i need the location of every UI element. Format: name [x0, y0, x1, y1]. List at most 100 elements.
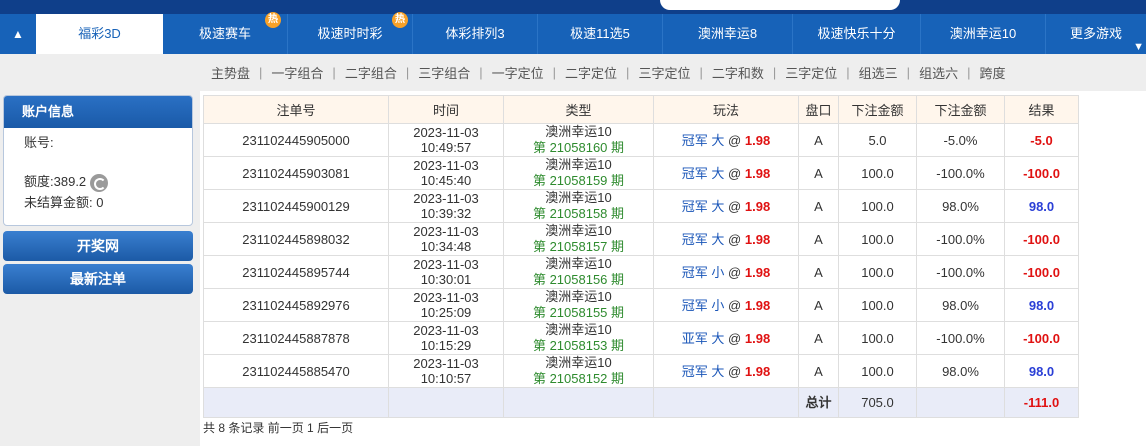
- bet-time-cell: 2023-11-03 10:30:01: [388, 255, 504, 289]
- at-sign: @: [728, 264, 742, 280]
- sidebar: 账户信息 账号: 额度:389.2 未结算金额: 0 开奖网 最新注单: [0, 91, 200, 446]
- table-total-row: 总计 705.0 -111.0: [203, 387, 1079, 418]
- lottery-site-button[interactable]: 开奖网: [3, 231, 193, 261]
- top-strip: [0, 0, 1146, 14]
- bet-odds: 1.98: [744, 231, 771, 247]
- at-sign: @: [728, 297, 742, 313]
- total-result: -111.0: [1004, 387, 1079, 418]
- subnav-item[interactable]: 主势盘: [211, 63, 250, 82]
- bet-id: 231102445900129: [203, 189, 389, 223]
- bet-type: 澳洲幸运10: [545, 223, 612, 238]
- bet-time: 10:10:57: [420, 371, 472, 386]
- bet-amount: 100.0: [838, 189, 917, 223]
- table-header-row: 注单号 时间 类型 玩法 盘口 下注金额 下注金额 结果: [203, 95, 1079, 124]
- bet-type: 澳洲幸运10: [545, 322, 612, 337]
- col-header: 结果: [1004, 95, 1079, 124]
- prev-page-link[interactable]: 前一页: [268, 421, 304, 435]
- subnav-item[interactable]: 二字定位: [565, 63, 617, 82]
- hot-badge: 热: [392, 12, 408, 28]
- bet-result: -100.0: [1004, 255, 1079, 289]
- bet-play: 冠军 小: [681, 264, 725, 280]
- bet-odds: 1.98: [744, 297, 771, 313]
- bet-result: -100.0: [1004, 321, 1079, 355]
- subnav-item[interactable]: 三字组合: [418, 63, 470, 82]
- bet-pan: A: [798, 123, 839, 157]
- bet-percent: -100.0%: [916, 321, 1005, 355]
- subnav-item[interactable]: 跨度: [979, 63, 1005, 82]
- bet-date: 2023-11-03: [413, 257, 479, 272]
- nav-tab-aus-lucky8[interactable]: 澳洲幸运8: [663, 14, 793, 54]
- bet-odds: 1.98: [744, 198, 771, 214]
- subnav-item[interactable]: 三字定位: [785, 63, 837, 82]
- collapse-up-icon[interactable]: ▲: [0, 14, 36, 54]
- bet-percent: -100.0%: [916, 255, 1005, 289]
- bet-id: 231102445905000: [203, 123, 389, 157]
- at-sign: @: [728, 132, 742, 148]
- nav-tab-fc3d[interactable]: 福彩3D: [36, 14, 163, 54]
- subnav-item[interactable]: 一字定位: [492, 63, 544, 82]
- current-page: 1: [307, 421, 314, 435]
- bet-id: 231102445885470: [203, 354, 389, 388]
- unsettled-value: 0: [96, 195, 104, 210]
- bet-time-cell: 2023-11-03 10:10:57: [388, 354, 504, 388]
- table-row: 231102445892976 2023-11-03 10:25:09 澳洲幸运10 第…: [203, 288, 1079, 322]
- bet-amount: 5.0: [838, 123, 917, 157]
- bet-pan: A: [798, 189, 839, 223]
- top-strip-notch: [660, 0, 900, 10]
- play-type-subnav: 主势盘 | 一字组合 | 二字组合 | 三字组合 | 一字定位 | 二字定位 | 三字定位 |…: [0, 54, 1146, 91]
- pagination: 共 8 条记录 前一页 1 后一页: [203, 419, 353, 436]
- nav-tab-jisu-11x5[interactable]: 极速11选5: [538, 14, 663, 54]
- account-info-title: 账户信息: [4, 96, 192, 128]
- subnav-item[interactable]: 二字组合: [345, 63, 397, 82]
- nav-tab-jisu-saiche[interactable]: 极速赛车热: [163, 12, 288, 54]
- bet-result: 98.0: [1004, 354, 1079, 388]
- table-row: 231102445905000 2023-11-03 10:49:57 澳洲幸运10 第…: [203, 123, 1079, 157]
- latest-bets-button[interactable]: 最新注单: [3, 264, 193, 294]
- at-sign: @: [728, 231, 742, 247]
- bet-date: 2023-11-03: [413, 125, 479, 140]
- next-page-link[interactable]: 后一页: [317, 421, 353, 435]
- bet-odds: 1.98: [744, 363, 771, 379]
- bet-percent: 98.0%: [916, 189, 1005, 223]
- quota-row: 额度:389.2: [4, 171, 192, 192]
- bet-issue: 第 21058159 期: [532, 173, 625, 188]
- table-row: 231102445898032 2023-11-03 10:34:48 澳洲幸运10 第…: [203, 222, 1079, 256]
- lottery-nav-bar: ▲ 福彩3D 极速赛车热 极速时时彩热 体彩排列3 极速11选5 澳洲幸运8 极…: [0, 12, 1146, 54]
- hot-badge: 热: [265, 12, 281, 28]
- bet-type-cell: 澳洲幸运10 第 21058158 期: [503, 189, 654, 223]
- subnav-item[interactable]: 组选六: [919, 63, 958, 82]
- bet-play-cell: 冠军 大 @ 1.98: [653, 354, 799, 388]
- nav-tab-aus-lucky10[interactable]: 澳洲幸运10: [921, 14, 1046, 54]
- bet-pan: A: [798, 288, 839, 322]
- bet-type-cell: 澳洲幸运10 第 21058157 期: [503, 222, 654, 256]
- bet-play-cell: 冠军 大 @ 1.98: [653, 123, 799, 157]
- bet-id: 231102445887878: [203, 321, 389, 355]
- at-sign: @: [728, 165, 742, 181]
- bet-issue: 第 21058156 期: [532, 272, 625, 287]
- bet-pan: A: [798, 255, 839, 289]
- nav-tab-jisu-kl10[interactable]: 极速快乐十分: [793, 14, 921, 54]
- col-header: 下注金额: [838, 95, 917, 124]
- table-row: 231102445885470 2023-11-03 10:10:57 澳洲幸运10 第…: [203, 354, 1079, 388]
- nav-tab-more-games[interactable]: 更多游戏 ▼: [1046, 14, 1146, 54]
- subnav-item[interactable]: 三字定位: [638, 63, 690, 82]
- refresh-spinner-icon[interactable]: [90, 173, 109, 192]
- bet-type-cell: 澳洲幸运10 第 21058152 期: [503, 354, 654, 388]
- subnav-item[interactable]: 二字和数: [712, 63, 764, 82]
- bet-time: 10:30:01: [420, 272, 472, 287]
- table-row: 231102445887878 2023-11-03 10:15:29 澳洲幸运10 第…: [203, 321, 1079, 355]
- subnav-item[interactable]: 一字组合: [271, 63, 323, 82]
- bet-id: 231102445892976: [203, 288, 389, 322]
- bet-type: 澳洲幸运10: [545, 190, 612, 205]
- bet-type-cell: 澳洲幸运10 第 21058159 期: [503, 156, 654, 190]
- nav-tab-pl3[interactable]: 体彩排列3: [413, 14, 538, 54]
- bet-time: 10:15:29: [420, 338, 472, 353]
- subnav-item[interactable]: 组选三: [859, 63, 898, 82]
- bet-play: 冠军 小: [681, 297, 725, 313]
- bet-time-cell: 2023-11-03 10:39:32: [388, 189, 504, 223]
- bet-type: 澳洲幸运10: [545, 256, 612, 271]
- bet-percent: 98.0%: [916, 288, 1005, 322]
- nav-tab-jisu-ssc[interactable]: 极速时时彩热: [288, 12, 413, 54]
- bet-play: 冠军 大: [681, 231, 725, 247]
- bet-records-table: 注单号 时间 类型 玩法 盘口 下注金额 下注金额 结果 23110244590…: [203, 95, 1079, 418]
